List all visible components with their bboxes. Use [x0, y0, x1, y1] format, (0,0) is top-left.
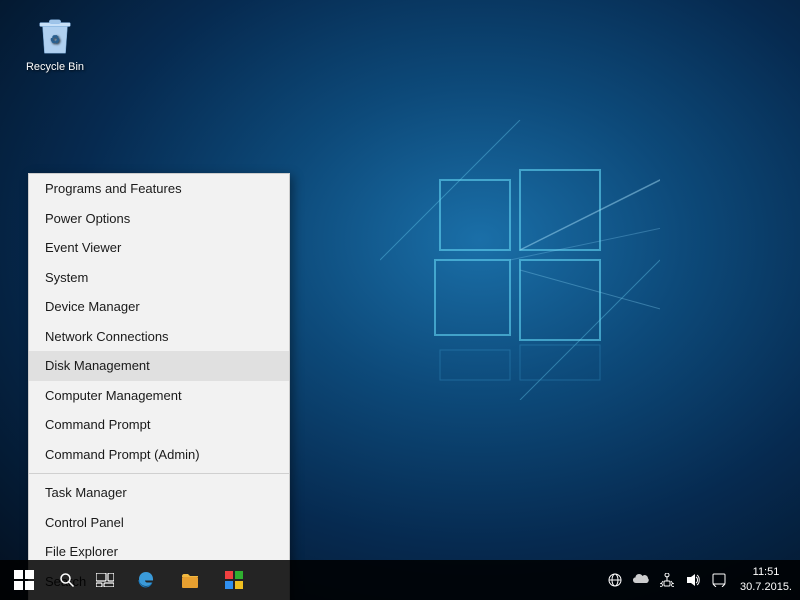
recycle-bin-icon[interactable]: ♻ Recycle Bin [20, 15, 90, 73]
separator-1 [29, 473, 289, 474]
tray-cloud-icon[interactable] [628, 560, 654, 600]
volume-icon [686, 573, 700, 587]
recycle-bin-image: ♻ [35, 15, 75, 57]
tray-volume-icon[interactable] [680, 560, 706, 600]
taskbar-app-file-explorer[interactable] [168, 560, 212, 600]
menu-item-command-prompt-admin[interactable]: Command Prompt (Admin) [29, 440, 289, 470]
menu-item-network-connections[interactable]: Network Connections [29, 322, 289, 352]
notification-icon [712, 573, 726, 587]
clock-date: 30.7.2015. [740, 580, 792, 595]
menu-item-programs-features[interactable]: Programs and Features [29, 174, 289, 204]
tray-globe-icon[interactable] [602, 560, 628, 600]
menu-item-control-panel[interactable]: Control Panel [29, 508, 289, 538]
taskbar-pinned-apps [124, 560, 256, 600]
menu-item-device-manager[interactable]: Device Manager [29, 292, 289, 322]
taskbar-search-button[interactable] [48, 560, 86, 600]
tray-notification-icon[interactable] [706, 560, 732, 600]
menu-item-command-prompt[interactable]: Command Prompt [29, 410, 289, 440]
desktop: ♻ Recycle Bin Programs and Features Powe… [0, 0, 800, 600]
network-icon [660, 573, 674, 587]
recycle-bin-label: Recycle Bin [26, 61, 84, 73]
edge-icon [136, 570, 156, 590]
menu-item-event-viewer[interactable]: Event Viewer [29, 233, 289, 263]
store-icon [224, 570, 244, 590]
context-menu: Programs and Features Power Options Even… [28, 173, 290, 600]
taskbar-app-edge[interactable] [124, 560, 168, 600]
menu-item-task-manager[interactable]: Task Manager [29, 478, 289, 508]
clock-time: 11:51 [753, 565, 780, 580]
task-view-button[interactable] [86, 560, 124, 600]
task-view-icon [96, 573, 114, 587]
taskbar-clock[interactable]: 11:51 30.7.2015. [732, 560, 800, 600]
tray-network-icon[interactable] [654, 560, 680, 600]
windows-logo-background [380, 120, 660, 400]
cloud-icon [633, 574, 649, 586]
menu-item-power-options[interactable]: Power Options [29, 204, 289, 234]
taskbar-app-store[interactable] [212, 560, 256, 600]
menu-item-computer-management[interactable]: Computer Management [29, 381, 289, 411]
globe-icon [608, 573, 622, 587]
svg-text:♻: ♻ [50, 35, 60, 47]
file-explorer-icon [180, 570, 200, 590]
search-icon [59, 572, 75, 588]
taskbar: 11:51 30.7.2015. [0, 560, 800, 600]
start-button[interactable] [0, 560, 48, 600]
menu-item-system[interactable]: System [29, 263, 289, 293]
menu-item-disk-management[interactable]: Disk Management [29, 351, 289, 381]
start-icon [14, 570, 34, 590]
taskbar-tray: 11:51 30.7.2015. [602, 560, 800, 600]
